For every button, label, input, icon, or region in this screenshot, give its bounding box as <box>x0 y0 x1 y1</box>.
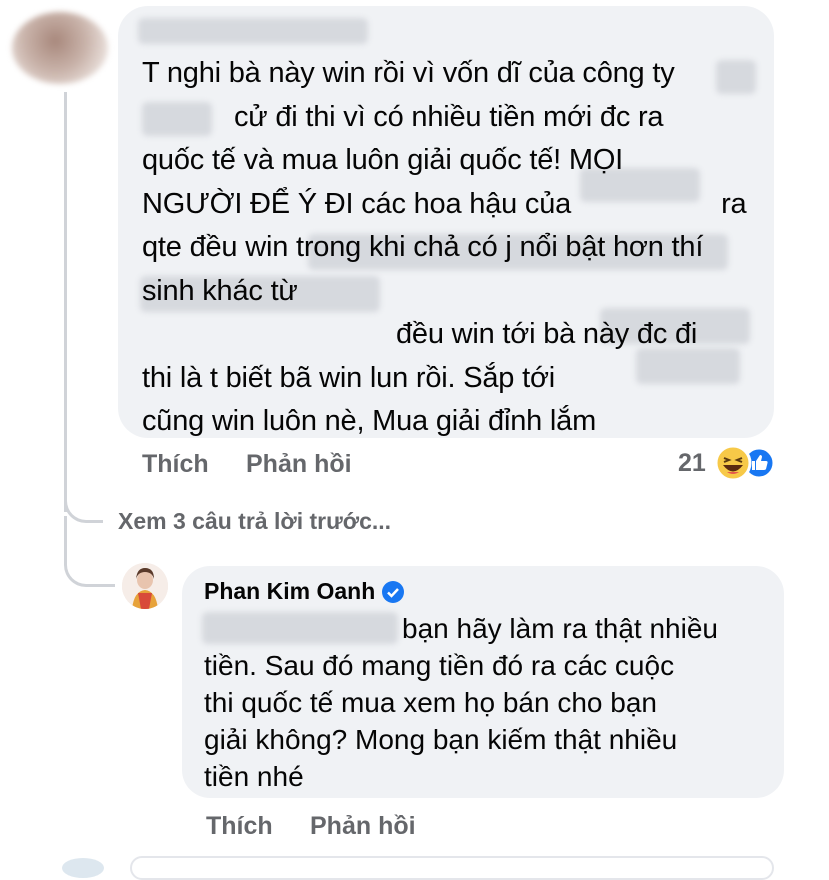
comment-line: NGƯỜI ĐỂ Ý ĐI các hoa hậu của ra <box>142 183 747 227</box>
next-comment-avatar[interactable] <box>62 858 104 878</box>
comment-bubble: T nghi bà này win rồi vì vốn dĩ của công… <box>118 6 774 438</box>
comment-line-part: NGƯỜI ĐỂ Ý ĐI các hoa hậu của <box>142 187 572 220</box>
comment-text: T nghi bà này win rồi vì vốn dĩ của công… <box>142 52 747 438</box>
reply-line: tiền nhé <box>204 761 304 792</box>
comment-line: cũng win luôn nè, Mua giải đỉnh lắm <box>142 405 597 437</box>
thread-branch <box>64 548 115 587</box>
comment-line: quốc tế và mua luôn giải quốc tế! MỌI <box>142 144 624 176</box>
reply-button[interactable]: Phản hồi <box>246 450 352 479</box>
thread-branch <box>64 486 103 523</box>
like-button[interactable]: Thích <box>142 450 209 479</box>
reply-text: bạn hãy làm ra thật nhiều tiền. Sau đó m… <box>204 610 718 795</box>
reply-author-name[interactable]: Phan Kim Oanh <box>204 578 375 605</box>
reply-reply-button[interactable]: Phản hồi <box>310 812 416 841</box>
reply-author-avatar[interactable] <box>122 563 168 609</box>
thread-line <box>64 92 67 512</box>
comment-line: sinh khác từ <box>142 274 298 307</box>
reply-line: giải không? Mong bạn kiếm thật nhiều <box>204 724 678 755</box>
reply-like-button[interactable]: Thích <box>206 812 273 841</box>
reaction-summary[interactable]: 21 <box>678 444 776 482</box>
haha-icon <box>714 444 752 482</box>
commenter-avatar[interactable] <box>12 12 108 84</box>
reply-line: tiền. Sau đó mang tiền đó ra các cuộc <box>204 650 675 681</box>
reply-line: thi quốc tế mua xem họ bán cho bạn <box>204 687 657 718</box>
comment-line: T nghi bà này win rồi vì vốn dĩ của công… <box>142 57 675 89</box>
next-comment-bubble <box>130 856 774 880</box>
comment-line: thi là t biết bã win lun rồi. Sắp tới <box>142 361 556 394</box>
comment-line: qte đều win trong khi chả có j nổi bật h… <box>142 231 704 263</box>
reply-line: bạn hãy làm ra thật nhiều <box>402 613 718 644</box>
redacted-author-name <box>138 18 368 44</box>
avatar-photo <box>122 563 168 609</box>
reply-author-row: Phan Kim Oanh <box>204 578 405 605</box>
comment-line: cử đi thi vì có nhiều tiền mới đc ra <box>234 100 664 133</box>
view-previous-replies-link[interactable]: Xem 3 câu trả lời trước... <box>118 508 391 535</box>
reaction-count: 21 <box>678 448 706 477</box>
verified-badge-icon <box>382 580 405 603</box>
reply-bubble: Phan Kim Oanh bạn hãy làm ra thật nhiều … <box>182 566 784 798</box>
comment-line: đều win tới bà này đc đi <box>396 318 698 350</box>
